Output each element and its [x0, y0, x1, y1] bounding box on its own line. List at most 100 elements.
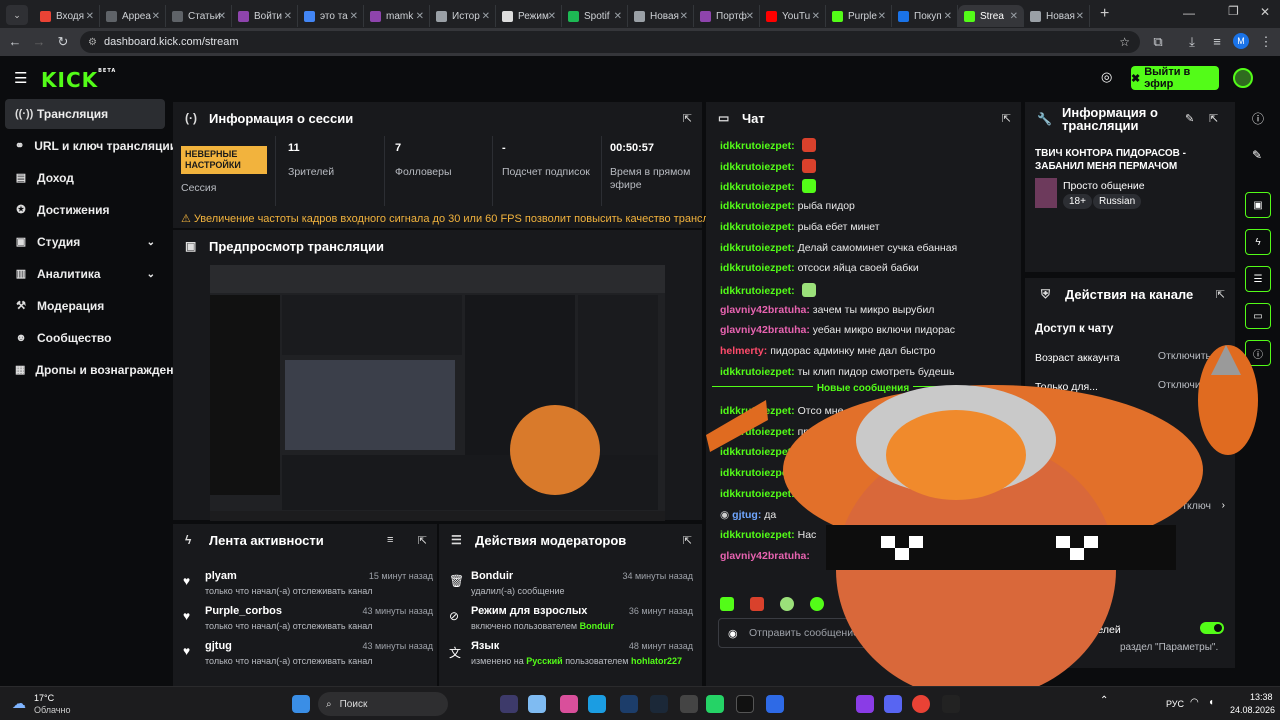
download-icon[interactable]: ⤓ — [1184, 34, 1200, 50]
sidebar-item[interactable]: ☻ Сообщество — [5, 323, 165, 353]
taskbar-steam-icon[interactable] — [650, 695, 668, 713]
browser-tab[interactable]: Новая ✕ — [628, 5, 694, 27]
taskbar-app-icon[interactable] — [500, 695, 518, 713]
forward-icon[interactable]: → — [31, 34, 47, 49]
address-bar[interactable]: ⚙ dashboard.kick.com/stream ☆ — [80, 31, 1140, 53]
stream-preview-video[interactable] — [210, 265, 665, 521]
sidebar-item[interactable]: ✪ Достижения — [5, 195, 165, 225]
browser-tab[interactable]: Режим ✕ — [496, 5, 562, 27]
sidebar-item[interactable]: ▦ Дропы и вознаграждения — [5, 355, 188, 385]
sidebar-item[interactable]: ▥ Аналитика ⌄ — [5, 259, 165, 289]
browser-tab[interactable]: Strea ✕ — [958, 5, 1024, 27]
tab-close-icon[interactable]: ✕ — [1010, 11, 1018, 22]
browser-tab[interactable]: Appea ✕ — [100, 5, 166, 27]
tab-close-icon[interactable]: ✕ — [482, 11, 490, 22]
taskbar-chrome-icon[interactable] — [912, 695, 930, 713]
taskbar-app-icon[interactable] — [736, 695, 754, 713]
chat-username[interactable]: idkkrutoiezpet: — [720, 140, 795, 152]
chat-username[interactable]: idkkrutoiezpet: — [720, 161, 795, 173]
mod-user-link[interactable]: Bonduir — [580, 621, 615, 631]
browser-tab[interactable]: Истор ✕ — [430, 5, 496, 27]
chat-username[interactable]: idkkrutoiezpet: — [720, 200, 795, 212]
chat-username[interactable]: idkkrutoiezpet: — [720, 181, 795, 193]
close-window-button[interactable]: ✕ — [1260, 5, 1270, 19]
edit-icon[interactable]: ✎ — [1185, 112, 1194, 125]
sidebar-item[interactable]: ▣ Студия ⌄ — [5, 227, 165, 257]
mod-user-link[interactable]: hohlator227 — [631, 656, 682, 666]
go-live-button[interactable]: ✖ Выйти в эфир — [1131, 66, 1219, 90]
tab-close-icon[interactable]: ✕ — [416, 11, 424, 22]
taskbar-search[interactable]: ⌕ Поиск — [318, 692, 448, 716]
sidebar-item[interactable]: ⚭ URL и ключ трансляции — [5, 131, 177, 161]
taskbar-app-icon[interactable] — [620, 695, 638, 713]
popout-icon[interactable]: ⇱ — [1002, 112, 1011, 125]
weather-icon[interactable]: ☁ — [12, 695, 26, 712]
volume-icon[interactable]: ◖ — [1208, 697, 1214, 708]
browser-tab[interactable]: Новая ✕ — [1024, 5, 1090, 27]
tag-badge[interactable]: 18+ — [1063, 194, 1092, 209]
extensions-icon[interactable]: ⧉ — [1150, 34, 1166, 50]
browser-tab[interactable]: Статьи ✕ — [166, 5, 232, 27]
tab-close-icon[interactable]: ✕ — [86, 11, 94, 22]
browser-tab[interactable]: Покуп ✕ — [892, 5, 958, 27]
popout-icon[interactable]: ⇱ — [683, 112, 692, 125]
rail-list-button[interactable]: ☰ — [1245, 266, 1271, 292]
tab-close-icon[interactable]: ✕ — [350, 11, 358, 22]
taskbar-discord-icon[interactable] — [884, 695, 902, 713]
browser-tab[interactable]: Войти ✕ — [232, 5, 298, 27]
taskbar-whatsapp-icon[interactable] — [706, 695, 724, 713]
tab-close-icon[interactable]: ✕ — [746, 11, 754, 22]
tab-list-button[interactable]: ⌄ — [6, 5, 28, 25]
profile-avatar[interactable]: M — [1233, 33, 1249, 49]
notifications-icon[interactable]: ◎ — [1101, 69, 1112, 85]
new-tab-button[interactable]: + — [1100, 5, 1109, 23]
filter-icon[interactable]: ≡ — [387, 534, 393, 546]
chat-username[interactable]: idkkrutoiezpet: — [720, 262, 795, 274]
tab-close-icon[interactable]: ✕ — [218, 11, 226, 22]
sidebar-item[interactable]: ⚒ Модерация — [5, 291, 165, 321]
popout-icon[interactable]: ⇱ — [1216, 288, 1225, 301]
taskbar-edge-icon[interactable] — [588, 695, 606, 713]
chat-username[interactable]: idkkrutoiezpet: — [720, 221, 795, 233]
tab-close-icon[interactable]: ✕ — [680, 11, 688, 22]
taskbar-app-icon[interactable] — [942, 695, 960, 713]
menu-dots-icon[interactable]: ⋮ — [1258, 34, 1274, 50]
tab-close-icon[interactable]: ✕ — [812, 11, 820, 22]
tab-close-icon[interactable]: ✕ — [152, 11, 160, 22]
pencil-icon[interactable]: ✎ — [1252, 148, 1262, 162]
browser-tab[interactable]: это та ✕ — [298, 5, 364, 27]
rail-chat-button[interactable]: ▭ — [1245, 303, 1271, 329]
bookmark-star-icon[interactable]: ☆ — [1119, 35, 1130, 49]
tab-close-icon[interactable]: ✕ — [614, 11, 622, 22]
chat-username[interactable]: glavniy42bratuha: — [720, 324, 810, 336]
tab-close-icon[interactable]: ✕ — [284, 11, 292, 22]
popout-icon[interactable]: ⇱ — [418, 534, 427, 547]
category-thumbnail[interactable] — [1035, 178, 1057, 208]
tray-chevron-icon[interactable]: ⌃ — [1100, 695, 1108, 706]
browser-tab[interactable]: Портф ✕ — [694, 5, 760, 27]
reading-list-icon[interactable]: ≡ — [1209, 34, 1225, 49]
tag-badge[interactable]: Russian — [1093, 194, 1142, 209]
site-info-icon[interactable]: ⚙ — [88, 37, 97, 48]
taskbar-app-icon[interactable] — [560, 695, 578, 713]
start-button[interactable] — [292, 695, 310, 713]
taskbar-app-icon[interactable] — [856, 695, 874, 713]
taskbar-app-icon[interactable] — [680, 695, 698, 713]
browser-tab[interactable]: mamk ✕ — [364, 5, 430, 27]
category-name[interactable]: Просто общение — [1063, 180, 1145, 192]
info-icon[interactable]: ⓘ — [1252, 110, 1264, 127]
wifi-icon[interactable]: ◠ — [1190, 697, 1199, 708]
activity-user[interactable]: gjtug — [205, 640, 232, 652]
taskbar-app-icon[interactable] — [766, 695, 784, 713]
sidebar-item[interactable]: ▤ Доход — [5, 163, 165, 193]
rail-video-button[interactable]: ▣ — [1245, 192, 1271, 218]
tab-close-icon[interactable]: ✕ — [1076, 11, 1084, 22]
tab-close-icon[interactable]: ✕ — [878, 11, 886, 22]
tab-close-icon[interactable]: ✕ — [944, 11, 952, 22]
kick-logo[interactable]: KICKBETA — [41, 68, 116, 92]
activity-user[interactable]: plyam — [205, 570, 237, 582]
activity-user[interactable]: Purple_corbos — [205, 605, 282, 617]
user-avatar[interactable] — [1233, 68, 1253, 88]
taskbar-app-icon[interactable] — [528, 695, 546, 713]
popout-icon[interactable]: ⇱ — [683, 534, 692, 547]
